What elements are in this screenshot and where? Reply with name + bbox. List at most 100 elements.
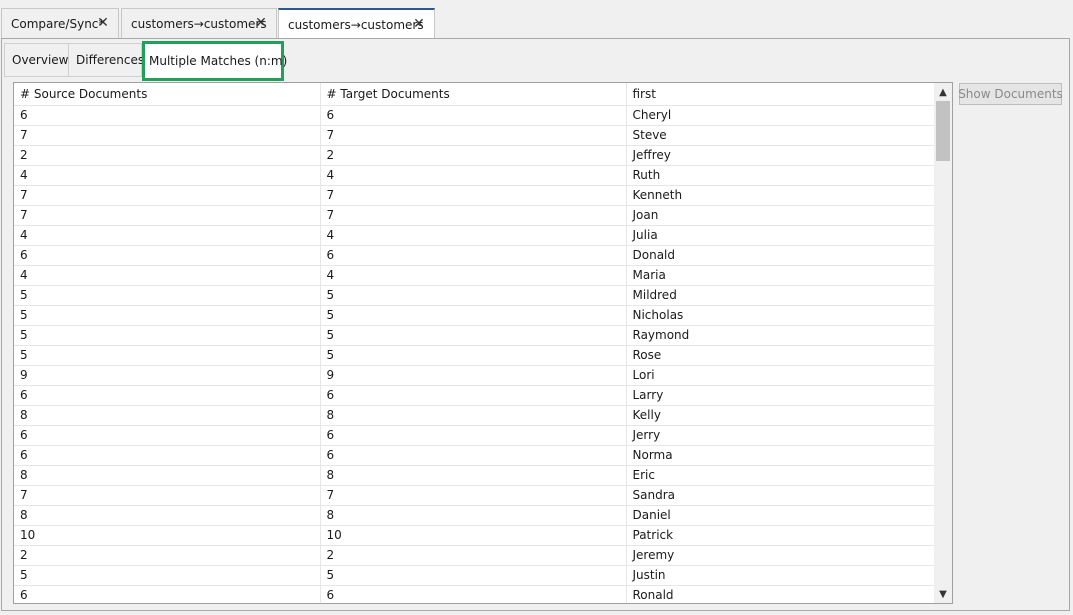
cell-first: Lori [626, 365, 935, 386]
cell-first: Eric [626, 465, 935, 486]
cell-first: Nicholas [626, 305, 935, 326]
tab-customers-2[interactable]: customers→customers ✕ [278, 8, 435, 39]
close-icon[interactable]: ✕ [412, 16, 426, 32]
table-row[interactable]: 5 5 Raymond [14, 325, 935, 346]
cell-target-count: 5 [320, 285, 627, 306]
tab-customers-1[interactable]: customers→customers ✕ [121, 8, 277, 38]
cell-source-count: 6 [14, 245, 321, 266]
cell-source-count: 7 [14, 185, 321, 206]
cell-target-count: 7 [320, 125, 627, 146]
cell-first: Larry [626, 385, 935, 406]
table-row[interactable]: 2 2 Jeffrey [14, 145, 935, 166]
cell-target-count: 4 [320, 225, 627, 246]
cell-first: Donald [626, 245, 935, 266]
table-row[interactable]: 10 10 Patrick [14, 525, 935, 546]
cell-target-count: 8 [320, 505, 627, 526]
table-row[interactable]: 8 8 Daniel [14, 505, 935, 526]
cell-first: Justin [626, 565, 935, 586]
compare-panel: Overview Differences Multiple Matches (n… [1, 38, 1070, 611]
table-row[interactable]: 7 7 Steve [14, 125, 935, 146]
cell-source-count: 6 [14, 385, 321, 406]
cell-first: Mildred [626, 285, 935, 306]
chevron-down-icon[interactable]: ▼ [934, 585, 952, 603]
table-row[interactable]: 7 7 Kenneth [14, 185, 935, 206]
tab-differences[interactable]: Differences [68, 43, 145, 77]
close-icon[interactable]: ✕ [96, 15, 110, 31]
cell-target-count: 10 [320, 525, 627, 546]
cell-source-count: 6 [14, 445, 321, 466]
cell-source-count: 7 [14, 125, 321, 146]
table-row[interactable]: 7 7 Joan [14, 205, 935, 226]
tab-overview[interactable]: Overview [4, 43, 69, 77]
show-documents-button[interactable]: Show Documents [958, 83, 1063, 105]
column-header-target[interactable]: # Target Documents [320, 83, 627, 106]
table-row[interactable]: 5 5 Justin [14, 565, 935, 586]
cell-first: Kelly [626, 405, 935, 426]
cell-source-count: 5 [14, 305, 321, 326]
cell-first: Daniel [626, 505, 935, 526]
cell-source-count: 5 [14, 565, 321, 586]
cell-first: Raymond [626, 325, 935, 346]
table-row[interactable]: 6 6 Cheryl [14, 105, 935, 126]
cell-target-count: 5 [320, 565, 627, 586]
cell-first: Joan [626, 205, 935, 226]
table-row[interactable]: 4 4 Julia [14, 225, 935, 246]
cell-first: Patrick [626, 525, 935, 546]
cell-target-count: 4 [320, 265, 627, 286]
cell-source-count: 4 [14, 165, 321, 186]
close-icon[interactable]: ✕ [254, 15, 268, 31]
cell-first: Norma [626, 445, 935, 466]
cell-first: Ronald [626, 585, 935, 603]
table-row[interactable]: 6 6 Larry [14, 385, 935, 406]
vertical-scrollbar[interactable]: ▲ ▼ [934, 83, 952, 603]
table-row[interactable]: 7 7 Sandra [14, 485, 935, 506]
cell-target-count: 5 [320, 325, 627, 346]
cell-source-count: 7 [14, 205, 321, 226]
cell-target-count: 7 [320, 485, 627, 506]
table-body: 6 6 Cheryl 7 7 Steve 2 2 Jeffrey 4 4 Ruth 7 7 Kenneth 7… [14, 105, 935, 603]
cell-source-count: 8 [14, 505, 321, 526]
table-row[interactable]: 9 9 Lori [14, 365, 935, 386]
table-row[interactable]: 5 5 Mildred [14, 285, 935, 306]
table-row[interactable]: 2 2 Jeremy [14, 545, 935, 566]
column-header-first[interactable]: first [626, 83, 935, 106]
table-row[interactable]: 4 4 Maria [14, 265, 935, 286]
table-row[interactable]: 5 5 Nicholas [14, 305, 935, 326]
matches-grid: # Source Documents # Target Documents fi… [14, 83, 935, 603]
tab-label: Compare/Sync* [11, 16, 105, 31]
table-row[interactable]: 5 5 Rose [14, 345, 935, 366]
cell-source-count: 9 [14, 365, 321, 386]
column-header-source[interactable]: # Source Documents [14, 83, 321, 106]
table-row[interactable]: 8 8 Eric [14, 465, 935, 486]
tab-differences-label: Differences [76, 53, 145, 67]
tab-label: customers→customers [288, 17, 424, 32]
document-tab-bar: Compare/Sync* ✕ customers→customers ✕ cu… [0, 0, 1073, 39]
table-row[interactable]: 4 4 Ruth [14, 165, 935, 186]
cell-source-count: 8 [14, 405, 321, 426]
cell-first: Steve [626, 125, 935, 146]
table-row[interactable]: 6 6 Ronald [14, 585, 935, 603]
cell-target-count: 8 [320, 465, 627, 486]
table-row[interactable]: 8 8 Kelly [14, 405, 935, 426]
table-row[interactable]: 6 6 Donald [14, 245, 935, 266]
cell-first: Julia [626, 225, 935, 246]
table-row[interactable]: 6 6 Norma [14, 445, 935, 466]
cell-source-count: 10 [14, 525, 321, 546]
cell-first: Maria [626, 265, 935, 286]
cell-source-count: 5 [14, 345, 321, 366]
matches-table[interactable]: # Source Documents # Target Documents fi… [13, 82, 953, 604]
table-row[interactable]: 6 6 Jerry [14, 425, 935, 446]
tab-multiple-matches[interactable]: Multiple Matches (n:m) [142, 41, 287, 81]
cell-target-count: 7 [320, 185, 627, 206]
chevron-up-icon[interactable]: ▲ [934, 83, 952, 101]
cell-target-count: 5 [320, 305, 627, 326]
cell-source-count: 7 [14, 485, 321, 506]
cell-target-count: 6 [320, 445, 627, 466]
cell-source-count: 2 [14, 145, 321, 166]
cell-first: Ruth [626, 165, 935, 186]
cell-source-count: 6 [14, 105, 321, 126]
cell-first: Jerry [626, 425, 935, 446]
cell-target-count: 5 [320, 345, 627, 366]
scroll-thumb[interactable] [936, 101, 950, 161]
tab-compare-sync[interactable]: Compare/Sync* ✕ [1, 8, 119, 38]
